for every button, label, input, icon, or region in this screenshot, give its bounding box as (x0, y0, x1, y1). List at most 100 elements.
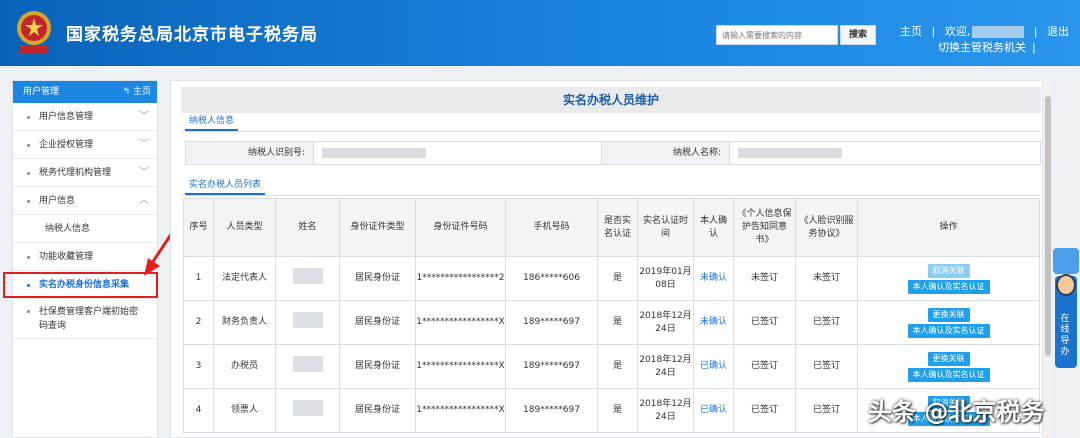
sidebar-subitem-taxpayer-info[interactable]: 纳税人信息 (13, 215, 157, 243)
sidebar-home-link[interactable]: ↰ 主页 (123, 81, 151, 103)
id-number: 1*****************X (415, 344, 506, 389)
cancel-association-button[interactable]: 取消关联 (927, 263, 970, 278)
tax-emblem-logo (17, 11, 51, 54)
column-header: 实名认证时间 (637, 198, 694, 257)
self-confirm-link[interactable]: 未确认 (693, 256, 734, 301)
verified-status: 是 (597, 256, 638, 301)
privacy-agreement-status: 已签订 (733, 300, 796, 345)
phone-number: 186*****606 (505, 256, 598, 301)
user-icon[interactable] (1053, 248, 1079, 274)
person-type: 领票人 (213, 388, 276, 433)
page-title: 实名办税人员维护 (181, 87, 1041, 113)
column-header: 操作 (857, 198, 1040, 257)
sidebar-item-label: 社保费管理客户端初始密码查询 (39, 307, 139, 331)
sidebar-item-social-security-password[interactable]: 社保费管理客户端初始密码查询 (13, 299, 157, 339)
tab-taxpayer-info[interactable]: 纳税人信息 (185, 113, 239, 131)
chevron-down-icon: ﹀ (139, 111, 149, 122)
phone-number: 189*****697 (505, 388, 598, 433)
sidebar-title: 用户管理 (23, 87, 60, 97)
taxpayer-info-table: 纳税人识别号: 纳税人名称: (185, 141, 1041, 165)
bullet-icon (27, 144, 30, 147)
logout-link[interactable]: 退出 (1047, 23, 1069, 39)
redacted-block (292, 400, 323, 416)
sidebar: 用户管理 ↰ 主页 用户信息管理 ﹀ 企业授权管理 ﹀ 税务代理机构管理 ﹀ 用户信息… (12, 80, 158, 438)
sidebar-item-favorites[interactable]: 功能收藏管理 (13, 243, 157, 271)
sidebar-item-agency-mgmt[interactable]: 税务代理机构管理 ﹀ (13, 159, 157, 187)
confirm-realname-button[interactable]: 本人确认及实名认证 (907, 367, 990, 382)
face-agreement-status: 已签订 (795, 344, 858, 389)
column-header: 姓名 (275, 198, 340, 257)
self-confirm-link[interactable]: 已确认 (693, 388, 734, 433)
column-header: 身份证件类型 (339, 198, 416, 257)
phone-number: 189*****697 (505, 300, 598, 345)
scrollbar-thumb[interactable] (1045, 96, 1051, 356)
search-button[interactable]: 搜索 (840, 25, 876, 45)
privacy-agreement-status: 已签订 (733, 388, 796, 433)
search-input[interactable] (716, 25, 838, 45)
table-header-row: 序号 人员类型 姓名 身份证件类型 身份证件号码 手机号码 是否实名认证 实名认… (183, 198, 1040, 257)
tab-divider (181, 195, 1041, 196)
table-row: 3 办税员 居民身份证 1*****************X 189*****… (183, 344, 1040, 389)
change-association-button[interactable]: 更换关联 (927, 307, 970, 322)
redacted-block (292, 268, 323, 284)
watermark: 头条 @北京税务 (868, 398, 1045, 426)
privacy-agreement-status: 已签订 (733, 344, 796, 389)
taxid-label: 纳税人识别号: (186, 142, 314, 164)
redacted-block (322, 147, 426, 158)
switch-tax-office-label[interactable]: 切换主管税务机关 (938, 41, 1026, 54)
verified-time: 2018年12月24日 (637, 300, 694, 345)
verified-status: 是 (597, 300, 638, 345)
column-header: 本人确认 (693, 198, 734, 257)
top-links: 主页 | 欢迎, | 退出 (900, 23, 1069, 39)
site-title: 国家税务总局北京市电子税务局 (66, 25, 318, 45)
bullet-icon (27, 200, 30, 203)
id-number: 1*****************X (415, 300, 506, 345)
chevron-down-icon: ﹀ (139, 139, 149, 150)
person-type: 办税员 (213, 344, 276, 389)
sidebar-item-label: 纳税人信息 (45, 224, 91, 234)
online-guide-label[interactable]: 在线导办 (1059, 314, 1071, 358)
confirm-realname-button[interactable]: 本人确认及实名认证 (907, 279, 990, 294)
table-row: 1 法定代表人 居民身份证 1*****************2 186***… (183, 256, 1040, 301)
verified-time: 2018年12月24日 (637, 344, 694, 389)
home-link[interactable]: 主页 (900, 23, 922, 39)
name-redacted (275, 256, 340, 301)
column-header: 是否实名认证 (597, 198, 638, 257)
id-number: 1*****************X (415, 388, 506, 433)
bullet-icon (27, 256, 30, 259)
taxpayer-name-value-redacted (730, 142, 1040, 164)
self-confirm-link[interactable]: 已确认 (693, 344, 734, 389)
face-agreement-status: 未签订 (795, 256, 858, 301)
redacted-block (292, 312, 323, 328)
online-guide-widget[interactable]: 在线导办 (1053, 248, 1079, 368)
person-type: 财务负责人 (213, 300, 276, 345)
highlight-annotation-box (3, 272, 158, 298)
id-type: 居民身份证 (339, 388, 416, 433)
phone-number: 189*****697 (505, 344, 598, 389)
actions-cell: 更换关联 本人确认及实名认证 (857, 300, 1040, 345)
column-header: 《个人信息保护告知同意书》 (733, 198, 796, 257)
row-number: 2 (183, 300, 214, 345)
sidebar-item-user-info[interactable]: 用户信息 ︿ (13, 187, 157, 215)
chevron-down-icon: ﹀ (139, 167, 149, 178)
switch-tax-office-link[interactable]: 切换主管税务机关 | (938, 39, 1042, 55)
username-redacted (972, 26, 1025, 38)
sidebar-header: 用户管理 ↰ 主页 (13, 81, 157, 103)
vertical-scrollbar[interactable] (1042, 80, 1052, 438)
confirm-realname-button[interactable]: 本人确认及实名认证 (907, 323, 990, 338)
tab-divider (181, 131, 1041, 132)
verified-time: 2018年12月24日 (637, 388, 694, 433)
change-association-button[interactable]: 更换关联 (927, 351, 970, 366)
column-header: 手机号码 (505, 198, 598, 257)
sidebar-item-enterprise-auth[interactable]: 企业授权管理 ﹀ (13, 131, 157, 159)
sidebar-item-label: 税务代理机构管理 (39, 168, 112, 178)
actions-cell: 更换关联 本人确认及实名认证 (857, 344, 1040, 389)
self-confirm-link[interactable]: 未确认 (693, 300, 734, 345)
bullet-icon (27, 172, 30, 175)
tab-realname-list[interactable]: 实名办税人员列表 (185, 177, 266, 195)
id-type: 居民身份证 (339, 344, 416, 389)
sidebar-home-label[interactable]: 主页 (133, 87, 151, 97)
sidebar-item-user-info-mgmt[interactable]: 用户信息管理 ﹀ (13, 103, 157, 131)
redacted-block (738, 147, 842, 158)
welcome-text: 欢迎, (944, 25, 971, 38)
